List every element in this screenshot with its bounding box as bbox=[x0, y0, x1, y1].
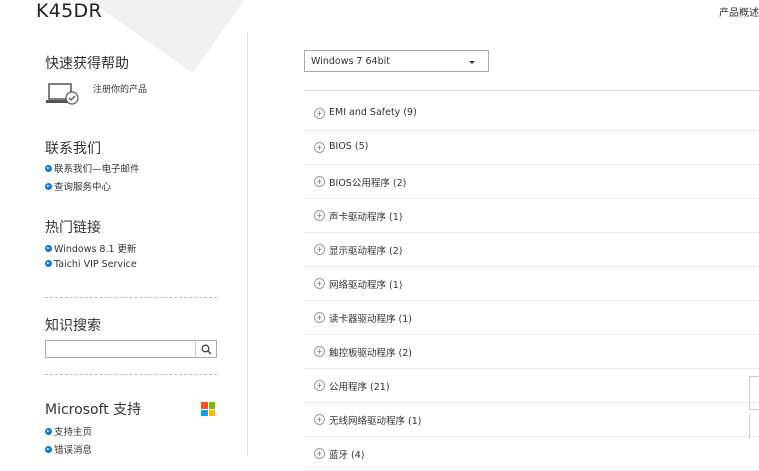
arrow-icon bbox=[45, 165, 52, 172]
category-row[interactable]: + 声卡驱动程序 (1) bbox=[304, 199, 759, 233]
service-center-link[interactable]: 查询服务中心 bbox=[45, 179, 111, 193]
expand-icon: + bbox=[314, 346, 325, 357]
section-divider bbox=[45, 374, 217, 375]
expand-icon: + bbox=[314, 142, 325, 153]
expand-icon: + bbox=[314, 312, 325, 323]
expand-icon: + bbox=[314, 278, 325, 289]
taichi-vip-link[interactable]: Taichi VIP Service bbox=[45, 259, 137, 270]
windows-logo-icon bbox=[201, 402, 215, 416]
category-row[interactable]: + BIOS (5) bbox=[304, 131, 759, 165]
feedback-widget[interactable] bbox=[749, 376, 759, 410]
register-product-link[interactable]: 注册你的产品 bbox=[93, 82, 147, 95]
section-divider bbox=[45, 297, 217, 298]
expand-icon: + bbox=[314, 108, 325, 119]
product-overview-link[interactable]: 产品概述 bbox=[719, 4, 759, 19]
search-icon bbox=[201, 344, 212, 355]
arrow-icon bbox=[45, 428, 52, 435]
expand-icon: + bbox=[314, 380, 325, 391]
page-title: K45DR bbox=[36, 0, 102, 22]
list-divider bbox=[304, 90, 759, 91]
side-widget[interactable] bbox=[749, 414, 759, 438]
help-heading: 快速获得帮助 bbox=[45, 56, 129, 72]
category-row[interactable]: + BIOS公用程序 (2) bbox=[304, 165, 759, 199]
expand-icon: + bbox=[314, 414, 325, 425]
arrow-icon bbox=[45, 183, 52, 190]
category-row[interactable]: + 显示驱动程序 (2) bbox=[304, 233, 759, 267]
knowledge-search-heading: 知识搜索 bbox=[45, 318, 101, 334]
arrow-icon bbox=[45, 446, 52, 453]
category-row[interactable]: + 蓝牙 (4) bbox=[304, 437, 759, 471]
chevron-down-icon bbox=[469, 61, 475, 64]
sidebar-divider bbox=[247, 32, 248, 456]
category-row[interactable]: + 公用程序 (21) bbox=[304, 369, 759, 403]
windows-update-link[interactable]: Windows 8.1 更新 bbox=[45, 241, 137, 255]
arrow-icon bbox=[45, 260, 52, 267]
laptop-check-icon[interactable] bbox=[46, 82, 80, 106]
arrow-icon bbox=[45, 245, 52, 252]
category-row[interactable]: + 网络驱动程序 (1) bbox=[304, 267, 759, 301]
knowledge-search-input[interactable] bbox=[45, 340, 217, 358]
search-button[interactable] bbox=[195, 341, 216, 357]
category-row[interactable]: + 读卡器驱动程序 (1) bbox=[304, 301, 759, 335]
hot-links-heading: 热门链接 bbox=[45, 220, 101, 236]
contact-email-link[interactable]: 联系我们—电子邮件 bbox=[45, 161, 140, 175]
expand-icon: + bbox=[314, 210, 325, 221]
category-row[interactable]: + EMI and Safety (9) bbox=[304, 97, 759, 131]
microsoft-support-heading: Microsoft 支持 bbox=[45, 402, 142, 418]
error-messages-link[interactable]: 错误消息 bbox=[45, 442, 92, 456]
os-select-dropdown[interactable]: Windows 7 64bit bbox=[304, 50, 489, 72]
category-row[interactable]: + 无线网络驱动程序 (1) bbox=[304, 403, 759, 437]
support-home-link[interactable]: 支持主页 bbox=[45, 424, 92, 438]
expand-icon: + bbox=[314, 244, 325, 255]
expand-icon: + bbox=[314, 448, 325, 459]
contact-heading: 联系我们 bbox=[45, 141, 101, 157]
expand-icon: + bbox=[314, 176, 325, 187]
category-row[interactable]: + 触控板驱动程序 (2) bbox=[304, 335, 759, 369]
